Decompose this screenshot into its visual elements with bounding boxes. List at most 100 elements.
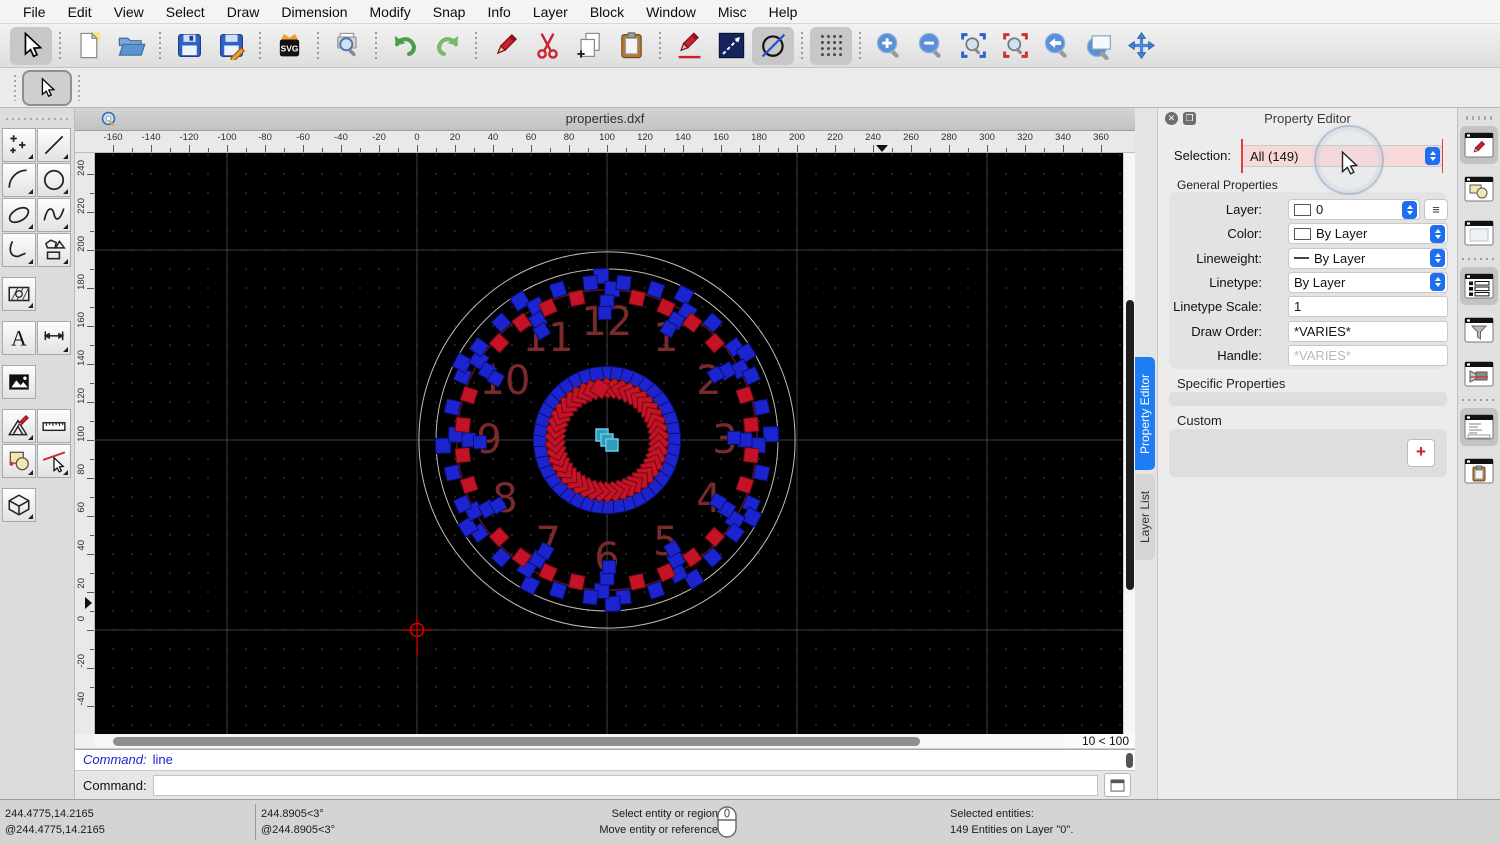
- selection-mode-button[interactable]: [22, 69, 72, 106]
- redo-button[interactable]: [426, 27, 468, 65]
- mouse-hint: Select entity or region Move entity or r…: [599, 808, 718, 836]
- cad-tool-palette: A: [0, 108, 75, 799]
- linetype-combo[interactable]: By Layer: [1288, 271, 1448, 293]
- auto-zoom-button[interactable]: [952, 27, 994, 65]
- horizontal-scrollbar-thumb[interactable]: [113, 736, 920, 746]
- tab-property-editor[interactable]: Property Editor: [1135, 357, 1155, 470]
- measure-tools[interactable]: [37, 409, 71, 443]
- command-window-button[interactable]: [1104, 773, 1131, 797]
- circle-line-icon: [761, 33, 785, 58]
- drawing-preferences-button[interactable]: [668, 27, 710, 65]
- circle-tools[interactable]: [37, 163, 71, 197]
- custom-group: +: [1169, 429, 1447, 477]
- linetype-scale-input[interactable]: 1: [1288, 296, 1448, 318]
- add-custom-property-button[interactable]: +: [1407, 439, 1435, 467]
- solid-tools[interactable]: [2, 488, 36, 522]
- menu-file[interactable]: File: [12, 0, 57, 24]
- line-tool-button[interactable]: [710, 27, 752, 65]
- dock-command-line-toggle[interactable]: [1460, 408, 1498, 446]
- dock-camera-toggle[interactable]: [1460, 355, 1498, 393]
- open-file-button[interactable]: [110, 27, 152, 65]
- spline-tools[interactable]: [37, 198, 71, 232]
- property-value: *VARIES*: [1294, 347, 1351, 363]
- color-combo[interactable]: By Layer: [1288, 223, 1448, 245]
- lineweight-combo[interactable]: By Layer: [1288, 247, 1448, 269]
- print-preview-icon: [336, 32, 357, 57]
- menu-dimension[interactable]: Dimension: [270, 0, 358, 24]
- zoom-back-button[interactable]: [1036, 27, 1078, 65]
- tool-options-toolbar: [0, 68, 1500, 108]
- dock-clipboard-toggle[interactable]: [1460, 452, 1498, 490]
- dock-selection-filter-toggle[interactable]: [1460, 311, 1498, 349]
- shape-tools[interactable]: [37, 233, 71, 267]
- copy-button[interactable]: [568, 27, 610, 65]
- save-as-button[interactable]: [210, 27, 252, 65]
- menu-snap[interactable]: Snap: [422, 0, 477, 24]
- vertical-scrollbar-thumb[interactable]: [1126, 300, 1134, 590]
- layer-menu-button[interactable]: ≡: [1424, 199, 1448, 220]
- polyline-tools[interactable]: [2, 233, 36, 267]
- pan-button[interactable]: [1120, 27, 1162, 65]
- command-history-scrollbar[interactable]: [1126, 753, 1133, 768]
- arc-tools[interactable]: [2, 163, 36, 197]
- tab-layer-list[interactable]: Layer List: [1135, 474, 1155, 560]
- zoom-window-icon: [1086, 35, 1111, 60]
- vertical-scrollbar[interactable]: [1123, 153, 1135, 734]
- select-tool-button[interactable]: [10, 26, 52, 65]
- handle-input[interactable]: *VARIES*: [1288, 344, 1448, 366]
- menu-draw[interactable]: Draw: [216, 0, 271, 24]
- menu-view[interactable]: View: [103, 0, 155, 24]
- modify-pick-tools[interactable]: [37, 444, 71, 478]
- menu-window[interactable]: Window: [635, 0, 707, 24]
- delete-button[interactable]: [484, 27, 526, 65]
- dock-separator: [1462, 258, 1496, 261]
- new-file-button[interactable]: [68, 27, 110, 65]
- dock-view-list-toggle[interactable]: [1460, 214, 1498, 252]
- point-tools[interactable]: [2, 128, 36, 162]
- dock-drawing-properties-toggle[interactable]: [1460, 126, 1498, 164]
- draw-order-input[interactable]: *VARIES*: [1288, 320, 1448, 342]
- menu-modify[interactable]: Modify: [359, 0, 422, 24]
- save-button[interactable]: [168, 27, 210, 65]
- ruler-label: 80: [76, 464, 87, 475]
- undo-button[interactable]: [384, 27, 426, 65]
- grid-toggle-button[interactable]: [810, 26, 852, 65]
- dock-property-editor-toggle[interactable]: [1460, 267, 1498, 305]
- zoom-out-button[interactable]: [910, 27, 952, 65]
- menu-misc[interactable]: Misc: [707, 0, 758, 24]
- layer-combo[interactable]: 0: [1288, 199, 1420, 220]
- print-preview-button[interactable]: [326, 27, 368, 65]
- menu-block[interactable]: Block: [579, 0, 635, 24]
- panel-titlebar: ✕ ❐ Property Editor: [1158, 108, 1457, 130]
- menu-edit[interactable]: Edit: [57, 0, 103, 24]
- menu-select[interactable]: Select: [155, 0, 216, 24]
- submenu-corner-icon: [28, 154, 33, 159]
- command-input[interactable]: [152, 774, 1098, 796]
- window-zoom-button[interactable]: [1078, 27, 1120, 65]
- ruler-label: -20: [76, 654, 87, 668]
- paste-button[interactable]: [610, 27, 652, 65]
- drawing-canvas[interactable]: 1 2 3 4 5 6 7 8 9 10 11 12: [95, 153, 1123, 734]
- svg-export-icon: SVG: [279, 34, 299, 57]
- misc-draw-tools[interactable]: [2, 409, 36, 443]
- submenu-corner-icon: [28, 435, 33, 440]
- draw-order-tools[interactable]: [2, 444, 36, 478]
- ellipse-tools[interactable]: [2, 198, 36, 232]
- horizontal-ruler: -160 -140 -120 -100 -80 -60 -40 -20 0 20 40 60 80 100…: [75, 131, 1135, 153]
- menu-help[interactable]: Help: [758, 0, 809, 24]
- dock-block-list-toggle[interactable]: [1460, 170, 1498, 208]
- dimension-tools[interactable]: [37, 321, 71, 355]
- hatch-tool[interactable]: [2, 277, 36, 311]
- ruler-label: 80: [563, 132, 575, 143]
- horizontal-scrollbar[interactable]: 10 < 100: [75, 734, 1135, 749]
- cut-button[interactable]: [526, 27, 568, 65]
- menu-info[interactable]: Info: [476, 0, 521, 24]
- image-tool[interactable]: [2, 365, 36, 399]
- menu-layer[interactable]: Layer: [522, 0, 579, 24]
- line-tools[interactable]: [37, 128, 71, 162]
- zoom-in-button[interactable]: [868, 27, 910, 65]
- svg-export-button[interactable]: SVG: [268, 27, 310, 65]
- previous-view-button[interactable]: [994, 27, 1036, 65]
- text-tool[interactable]: A: [2, 321, 36, 355]
- restrict-off-button[interactable]: [752, 26, 794, 65]
